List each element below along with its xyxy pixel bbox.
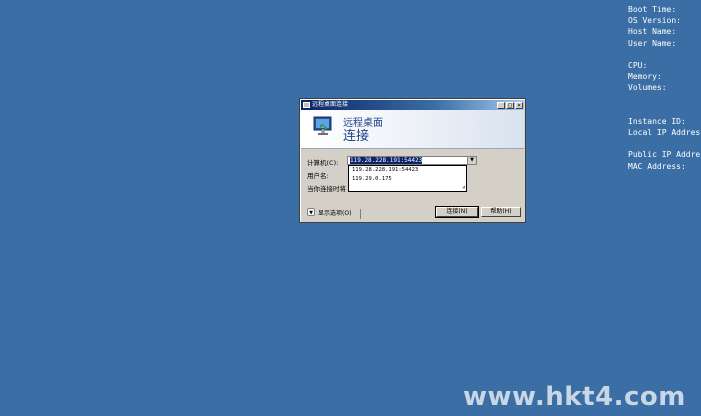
bginfo-os-version: OS Version: <box>628 16 681 26</box>
username-label: 用户名: <box>307 172 329 180</box>
bginfo-volumes: Volumes: <box>628 83 667 93</box>
options-divider <box>360 209 361 219</box>
bginfo-instance-id: Instance ID: <box>628 116 686 126</box>
bginfo-memory: Memory: <box>628 72 662 82</box>
remote-monitor-icon <box>313 116 332 135</box>
bginfo-cpu: CPU: <box>628 60 648 70</box>
show-options-label: 显示选项(O) <box>318 209 352 217</box>
computer-combobox[interactable]: 119.28.228.191:54423 ▼ <box>347 156 477 165</box>
bginfo-boot-time: Boot Time: <box>628 5 677 14</box>
computer-label: 计算机(C): <box>307 159 339 167</box>
chevron-down-icon: ▼ <box>307 208 315 216</box>
history-item[interactable]: 119.28.228.191:54423 <box>352 166 466 175</box>
bginfo-host-name: Host Name: <box>628 27 677 37</box>
bginfo-local-ip: Local IP Address: <box>628 128 701 138</box>
bginfo-gap <box>628 138 701 149</box>
bginfo-public-ip: Public IP Address: <box>628 150 701 160</box>
resize-grip-icon[interactable]: ◢ <box>462 185 465 190</box>
remote-desktop-dialog: 远程桌面连接 _ □ × 远程桌面 连接 计算机(C): 119.28.228.… <box>299 98 526 223</box>
bginfo-panel: Boot Time: OS Version: Host Name: User N… <box>628 4 701 172</box>
chevron-down-icon[interactable]: ▼ <box>467 157 476 164</box>
bginfo-gap <box>628 94 701 105</box>
dialog-titlebar[interactable]: 远程桌面连接 _ □ × <box>301 100 524 110</box>
dialog-title: 远程桌面连接 <box>312 101 349 108</box>
computer-history-dropdown: 119.28.228.191:54423 119.29.0.175 ◢ <box>348 165 467 192</box>
window-controls: _ □ × <box>496 101 523 109</box>
site-watermark: www.hkt4.com <box>463 382 686 412</box>
banner-title-line2: 连接 <box>343 129 370 144</box>
bginfo-user-name: User Name: <box>628 38 677 48</box>
show-options-toggle[interactable]: ▼ 显示选项(O) <box>307 207 351 217</box>
maximize-button[interactable]: □ <box>506 101 514 109</box>
connection-hint-text: 当你连接时将 <box>307 185 346 193</box>
dialog-banner: 远程桌面 连接 <box>301 110 524 149</box>
bginfo-gap <box>628 105 701 116</box>
bginfo-gap <box>628 49 701 60</box>
minimize-button[interactable]: _ <box>497 101 505 109</box>
computer-input[interactable]: 119.28.228.191:54423 <box>350 157 423 164</box>
close-button[interactable]: × <box>515 101 523 109</box>
rdp-app-icon <box>303 102 310 108</box>
history-item[interactable]: 119.29.0.175 <box>352 175 466 184</box>
computer-input-value: 119.28.228.191:54423 <box>350 157 423 164</box>
help-button[interactable]: 帮助(H) <box>481 207 521 217</box>
bginfo-mac: MAC Address: <box>628 161 686 171</box>
connect-button[interactable]: 连接(N) <box>435 206 479 218</box>
